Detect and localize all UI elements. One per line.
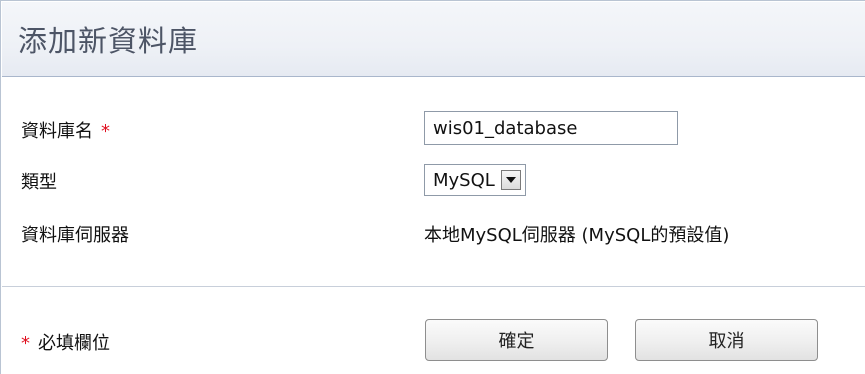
- triangle-down-icon[interactable]: [500, 170, 521, 190]
- page-title: 添加新資料庫: [18, 24, 199, 58]
- panel-header: 添加新資料庫: [2, 2, 865, 77]
- server-value: 本地MySQL伺服器 (MySQL的預設值): [424, 225, 730, 246]
- required-note: * 必填欄位: [21, 329, 110, 355]
- required-asterisk: *: [101, 121, 110, 142]
- ok-button[interactable]: 確定: [425, 319, 608, 361]
- cancel-button[interactable]: 取消: [635, 319, 818, 361]
- add-database-panel: 添加新資料庫 資料庫名 * 類型 MySQL 資料庫伺服器 本地MySQL伺服器 …: [0, 0, 865, 374]
- type-select[interactable]: MySQL: [424, 164, 526, 196]
- type-label: 類型: [21, 172, 57, 193]
- type-select-value: MySQL: [433, 169, 495, 191]
- server-label: 資料庫伺服器: [21, 225, 129, 246]
- required-note-label: 必填欄位: [38, 333, 110, 354]
- db-name-input[interactable]: [424, 111, 678, 145]
- divider: [2, 286, 865, 287]
- db-name-label: 資料庫名: [21, 121, 93, 142]
- required-asterisk-note: *: [21, 333, 30, 354]
- db-name-label-row: 資料庫名 *: [21, 117, 110, 143]
